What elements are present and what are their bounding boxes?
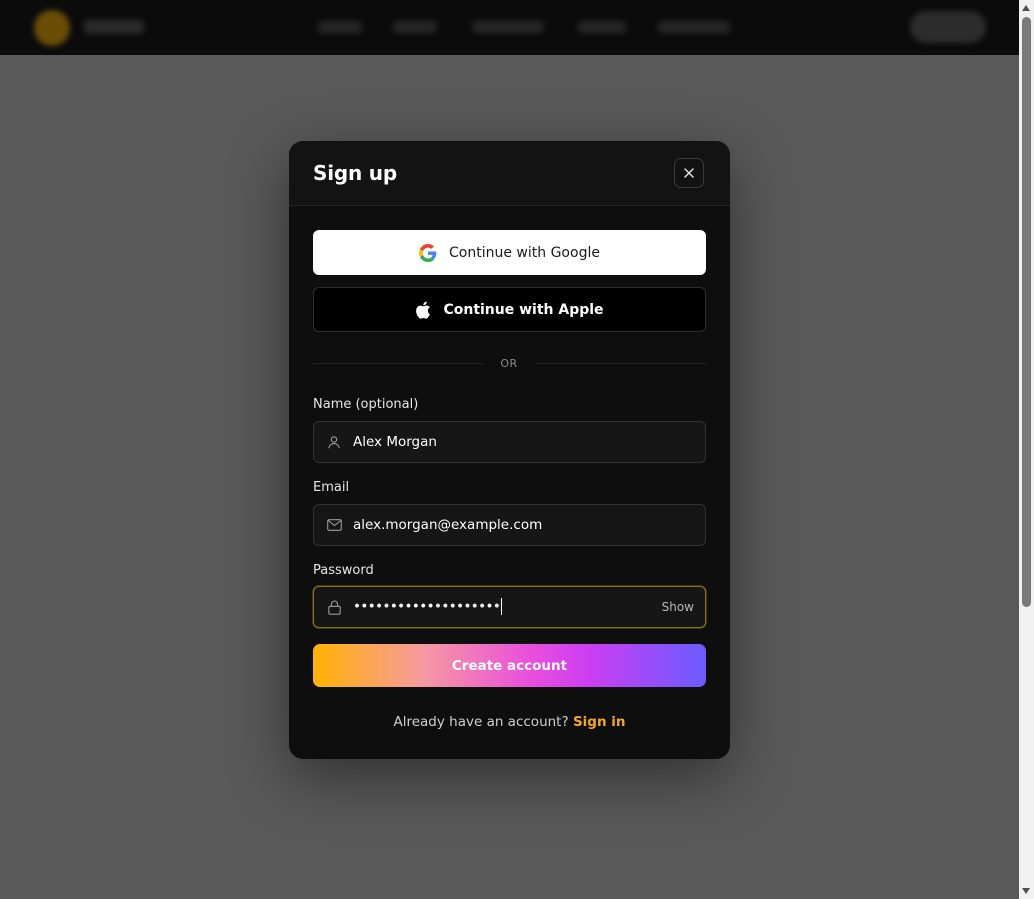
name-input-value: Alex Morgan bbox=[353, 434, 437, 450]
mail-icon bbox=[326, 517, 342, 533]
password-masked-text: •••••••••••••••••••• bbox=[353, 598, 501, 615]
text-caret bbox=[501, 598, 503, 615]
continue-with-google-button[interactable]: Continue with Google bbox=[313, 230, 706, 275]
password-input-value: •••••••••••••••••••• bbox=[353, 598, 503, 615]
scroll-up-icon[interactable] bbox=[1022, 5, 1030, 11]
signin-prompt-text: Already have an account? bbox=[393, 714, 569, 730]
modal-title: Sign up bbox=[313, 161, 397, 185]
top-nav-bar bbox=[0, 0, 1019, 55]
page-scrollbar[interactable] bbox=[1019, 0, 1034, 899]
close-button[interactable] bbox=[674, 158, 704, 188]
nav-cta-button bbox=[910, 11, 986, 43]
password-label: Password bbox=[313, 563, 374, 578]
signin-link[interactable]: Sign in bbox=[573, 714, 626, 730]
show-password-button[interactable]: Show bbox=[662, 600, 694, 614]
user-icon bbox=[326, 434, 342, 450]
scroll-down-icon[interactable] bbox=[1022, 888, 1030, 894]
name-field[interactable]: Alex Morgan bbox=[313, 421, 706, 463]
password-field[interactable]: •••••••••••••••••••• Show bbox=[313, 586, 706, 628]
nav-item-2 bbox=[393, 21, 437, 33]
divider-left bbox=[313, 363, 483, 364]
apple-icon bbox=[415, 300, 431, 319]
scrollbar-thumb[interactable] bbox=[1022, 17, 1031, 607]
lock-icon bbox=[326, 599, 342, 615]
google-button-label: Continue with Google bbox=[449, 244, 600, 261]
divider-or-text: OR bbox=[500, 357, 518, 370]
divider-right bbox=[535, 363, 706, 364]
email-field[interactable]: alex.morgan@example.com bbox=[313, 504, 706, 546]
apple-button-label: Continue with Apple bbox=[443, 301, 604, 318]
signin-prompt: Already have an account? Sign in bbox=[289, 714, 730, 730]
nav-item-3 bbox=[472, 21, 544, 33]
nav-item-4 bbox=[578, 21, 626, 33]
name-label: Name (optional) bbox=[313, 397, 419, 412]
nav-item-5 bbox=[658, 21, 730, 33]
modal-header: Sign up bbox=[289, 141, 730, 206]
email-input-value: alex.morgan@example.com bbox=[353, 517, 543, 533]
continue-with-apple-button[interactable]: Continue with Apple bbox=[313, 287, 706, 332]
create-account-button[interactable]: Create account bbox=[313, 644, 706, 687]
brand-name bbox=[84, 20, 144, 34]
nav-item-1 bbox=[318, 21, 362, 33]
google-icon bbox=[419, 243, 437, 262]
email-label: Email bbox=[313, 480, 350, 495]
brand-logo-icon bbox=[34, 10, 70, 46]
close-icon bbox=[684, 168, 694, 178]
signup-modal: Sign up Continue with Google Continue wi… bbox=[289, 141, 730, 759]
